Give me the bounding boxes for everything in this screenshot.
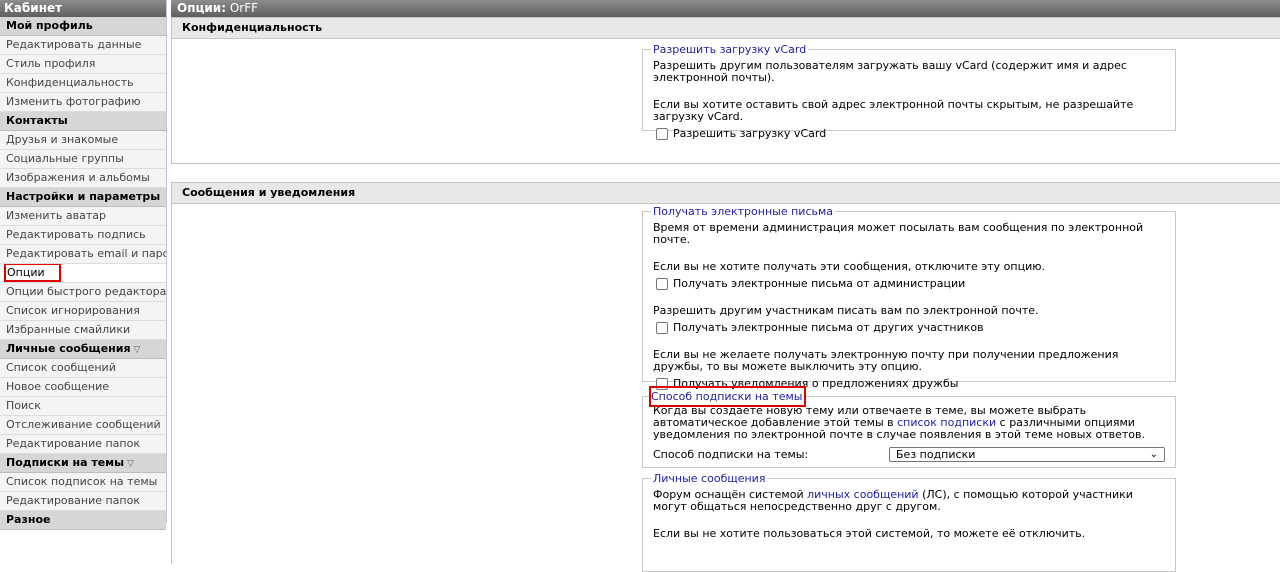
sidebar-item-favorite-smilies[interactable]: Избранные смайлики [0, 321, 166, 340]
sidebar-item-profile-style[interactable]: Стиль профиля [0, 55, 166, 74]
pm-legend: Личные сообщения [653, 472, 766, 485]
sidebar-category-subscriptions[interactable]: Подписки на темы ▽ [0, 454, 166, 473]
sidebar-item-change-photo[interactable]: Изменить фотографию [0, 93, 166, 112]
subscription-select-label: Способ подписки на темы: [653, 448, 809, 461]
sidebar-title: Кабинет [0, 0, 166, 17]
triangle-down-icon[interactable]: ▽ [134, 345, 141, 355]
email-admin-checkbox[interactable] [656, 277, 668, 290]
page-title-user: OrFF [229, 1, 259, 15]
sidebar-category-profile[interactable]: Мой профиль [0, 17, 166, 36]
vcard-checkbox-label[interactable]: Разрешить загрузку vCard [673, 127, 826, 140]
sidebar-category-pm-label: Личные сообщения [6, 342, 131, 355]
vcard-checkbox-row[interactable]: Разрешить загрузку vCard [656, 127, 1165, 140]
sidebar-item-friends[interactable]: Друзья и знакомые [0, 131, 166, 150]
vcard-note: Если вы хотите оставить свой адрес элект… [653, 98, 1134, 123]
sidebar-item-albums[interactable]: Изображения и альбомы [0, 169, 166, 188]
sidebar-category-subs-label: Подписки на темы [6, 456, 125, 469]
privacy-section-title: Конфиденциальность [172, 18, 1280, 39]
main-content: Опции: OrFF Конфиденциальность Разрешить… [171, 0, 1280, 572]
page-title: Опции: OrFF [171, 0, 1280, 17]
subscription-select-value: Без подписки [896, 448, 976, 461]
sidebar-item-edit-folders-subs[interactable]: Редактирование папок [0, 492, 166, 511]
email-legend: Получать электронные письма [653, 205, 834, 218]
email-admin-checkbox-row[interactable]: Получать электронные письма от администр… [656, 277, 1165, 290]
sidebar-item-new-message[interactable]: Новое сообщение [0, 378, 166, 397]
vcard-fieldset: Разрешить загрузку vCard Разрешить други… [642, 43, 1176, 140]
privacy-section: Конфиденциальность Разрешить загрузку vC… [171, 17, 1280, 164]
messaging-section-title: Сообщения и уведомления [172, 183, 1280, 204]
sidebar-item-subscription-list[interactable]: Список подписок на темы [0, 473, 166, 492]
sidebar-category-misc[interactable]: Разное [0, 511, 166, 530]
sidebar-item-edit-signature[interactable]: Редактировать подпись [0, 226, 166, 245]
triangle-down-icon[interactable]: ▽ [127, 459, 134, 469]
page-title-colon: : [221, 1, 227, 15]
privacy-section-body: Разрешить загрузку vCard Разрешить други… [172, 39, 1280, 163]
sidebar-category-settings[interactable]: Настройки и параметры [0, 188, 166, 207]
sidebar-item-options-label: Опции [4, 264, 61, 282]
pm-description: Форум оснащён системой личных сообщений … [653, 489, 1165, 513]
pm-fieldset: Личные сообщения Форум оснащён системой … [642, 472, 1176, 572]
sidebar-category-private-messages[interactable]: Личные сообщения ▽ [0, 340, 166, 359]
subscription-description: Когда вы создаете новую тему или отвечае… [653, 405, 1165, 441]
email-members-checkbox-label[interactable]: Получать электронные письма от других уч… [673, 321, 984, 334]
sidebar-item-privacy[interactable]: Конфиденциальность [0, 74, 166, 93]
pm-note: Если вы не хотите пользоваться этой сист… [653, 527, 1086, 540]
sidebar-item-change-avatar[interactable]: Изменить аватар [0, 207, 166, 226]
email-friend-note: Если вы не желаете получать электронную … [653, 348, 1119, 373]
sidebar-category-contacts[interactable]: Контакты [0, 112, 166, 131]
sidebar-item-social-groups[interactable]: Социальные группы [0, 150, 166, 169]
messaging-section-body: Получать электронные письма Время от вре… [172, 204, 1280, 572]
vcard-checkbox[interactable] [656, 127, 668, 140]
sidebar-item-search[interactable]: Поиск [0, 397, 166, 416]
sidebar-item-options[interactable]: Опции [0, 264, 166, 283]
vcard-legend: Разрешить загрузку vCard [653, 43, 807, 56]
sidebar-item-message-list[interactable]: Список сообщений [0, 359, 166, 378]
email-fieldset: Получать электронные письма Время от вре… [642, 205, 1176, 390]
email-description: Время от времени администрация может пос… [653, 221, 1144, 246]
subscription-select[interactable]: Без подписки ⌄ [889, 447, 1165, 462]
vcard-description: Разрешить другим пользователям загружать… [653, 59, 1127, 84]
sidebar-item-edit-data[interactable]: Редактировать данные [0, 36, 166, 55]
email-admin-note: Если вы не хотите получать эти сообщения… [653, 260, 1045, 273]
sidebar: Кабинет Мой профиль Редактировать данные… [0, 0, 167, 530]
email-members-note: Разрешить другим участникам писать вам п… [653, 304, 1039, 317]
sidebar-item-message-tracking[interactable]: Отслеживание сообщений [0, 416, 166, 435]
page-title-label: Опции [177, 1, 222, 15]
subscription-fieldset: Способ подписки на темы Когда вы создает… [642, 386, 1176, 468]
email-members-checkbox-row[interactable]: Получать электронные письма от других уч… [656, 321, 1165, 334]
email-admin-checkbox-label[interactable]: Получать электронные письма от администр… [673, 277, 965, 290]
sidebar-item-edit-folders-pm[interactable]: Редактирование папок [0, 435, 166, 454]
sidebar-item-quick-editor-options[interactable]: Опции быстрого редактора [0, 283, 166, 302]
subscription-legend: Способ подписки на темы [648, 386, 807, 407]
sidebar-item-ignore-list[interactable]: Список игнорирования [0, 302, 166, 321]
chevron-down-icon: ⌄ [1149, 449, 1158, 460]
subscription-select-row: Способ подписки на темы: Без подписки ⌄ [653, 447, 1165, 462]
messaging-section: Сообщения и уведомления Получать электро… [171, 182, 1280, 572]
sidebar-item-edit-email-password[interactable]: Редактировать email и пароль [0, 245, 166, 264]
email-members-checkbox[interactable] [656, 321, 668, 334]
